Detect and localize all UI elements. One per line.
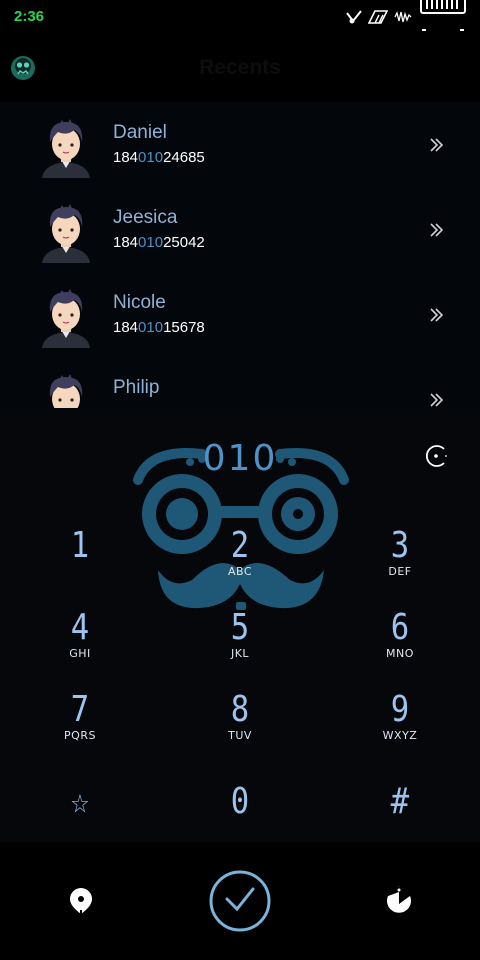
key-6[interactable]: 6 MNO	[350, 610, 450, 680]
chevron-right-icon[interactable]	[427, 390, 447, 408]
contact-name: Nicole	[113, 292, 166, 313]
status-bar: 2:36	[0, 0, 480, 36]
key-8[interactable]: 8 TUV	[190, 692, 290, 762]
avatar	[42, 289, 90, 348]
key-4[interactable]: 4 GHI	[30, 610, 130, 680]
contact-number: 18401024685	[113, 149, 205, 166]
chevron-right-icon[interactable]	[427, 305, 447, 325]
location-pin-icon[interactable]	[66, 886, 96, 918]
contact-row-nicole[interactable]: Nicole 18401015678	[0, 272, 480, 357]
call-check-icon[interactable]	[208, 869, 272, 933]
contact-name: Jeesica	[113, 207, 178, 228]
key-3[interactable]: 3 DEF	[350, 528, 450, 598]
key-9[interactable]: 9 WXYZ	[350, 692, 450, 762]
page-title: Recents	[199, 56, 281, 79]
recents-list[interactable]: Daniel 18401024685 Jeesica 18401025042 N…	[0, 102, 480, 408]
contact-row-jeesica[interactable]: Jeesica 18401025042	[0, 187, 480, 272]
signal-icon	[368, 10, 388, 24]
battery-icon	[420, 0, 466, 31]
key-5[interactable]: 5 JKL	[190, 610, 290, 680]
wave-icon	[394, 11, 412, 23]
pacman-icon[interactable]	[384, 886, 414, 918]
bottom-action-bar	[0, 842, 480, 960]
key-2[interactable]: 2 ABC	[190, 528, 290, 598]
key-1[interactable]: 1	[30, 528, 130, 598]
contact-number: 18401015678	[113, 319, 205, 336]
dialed-number-display[interactable]: 010	[0, 438, 480, 479]
status-time: 2:36	[14, 8, 45, 25]
avatar	[42, 119, 90, 178]
contact-row-daniel[interactable]: Daniel 18401024685	[0, 102, 480, 187]
app-bar: Recents	[0, 36, 480, 102]
chevron-right-icon[interactable]	[427, 135, 447, 155]
contact-row-philip[interactable]: Philip	[0, 357, 480, 408]
contact-name: Philip	[113, 377, 160, 398]
backspace-icon[interactable]	[424, 443, 450, 469]
contact-name: Daniel	[113, 122, 167, 143]
vibration-icon	[346, 10, 362, 24]
contact-number: 18401025042	[113, 234, 205, 251]
key-7[interactable]: 7 PQRS	[30, 692, 130, 762]
chevron-right-icon[interactable]	[427, 220, 447, 240]
avatar	[49, 374, 83, 408]
avatar	[42, 204, 90, 263]
